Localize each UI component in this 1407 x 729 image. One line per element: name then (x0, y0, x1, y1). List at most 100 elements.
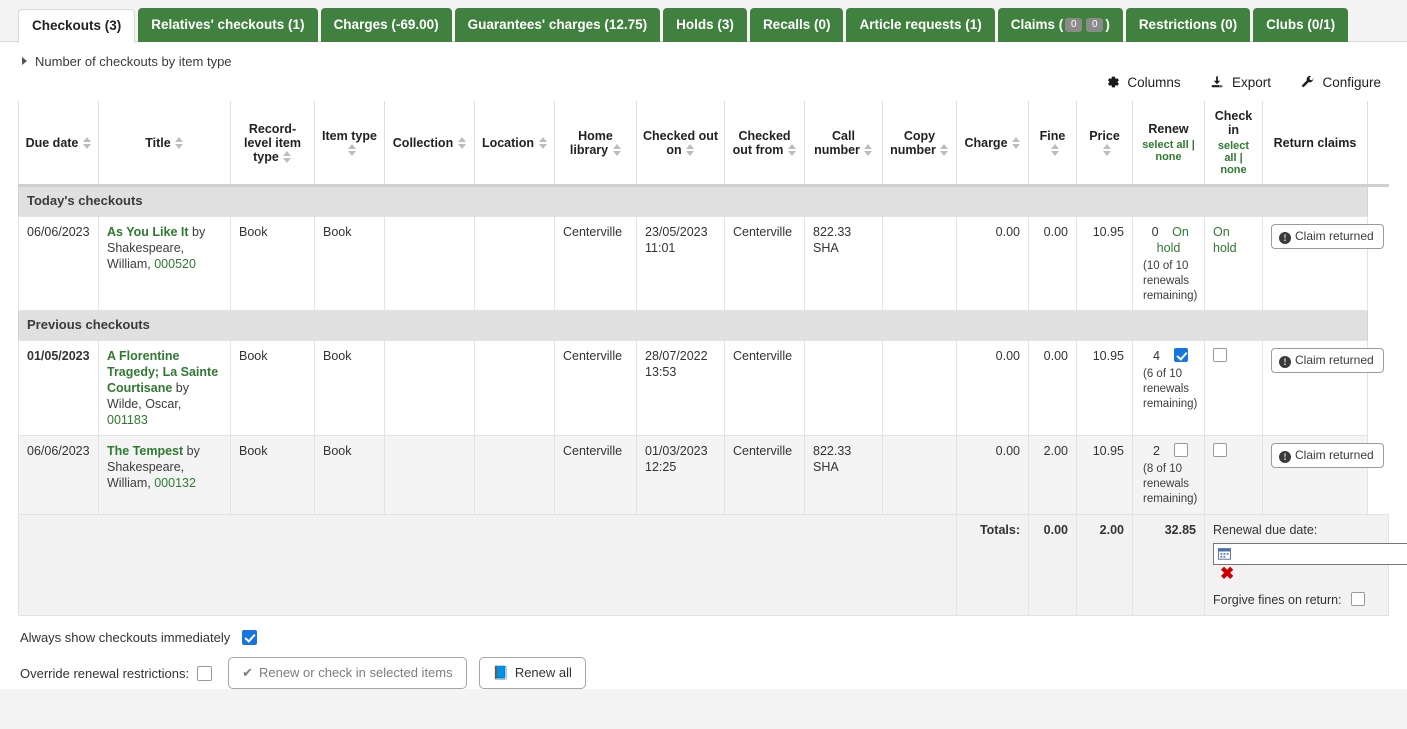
sort-toggle-icon[interactable] (538, 137, 547, 149)
tab-checkouts[interactable]: Checkouts (3) (18, 9, 135, 43)
cell-checked-out-on: 28/07/2022 13:53 (637, 341, 725, 436)
barcode-link[interactable]: 000520 (154, 257, 196, 271)
export-button[interactable]: Export (1210, 75, 1271, 90)
claims-badge-0: 0 (1065, 18, 1082, 32)
claim-returned-button[interactable]: !Claim returned (1271, 224, 1384, 249)
col-header-title[interactable]: Title (99, 101, 231, 186)
cell-charge: 0.00 (957, 341, 1029, 436)
clear-date-button[interactable]: ✖ (1220, 565, 1234, 582)
sort-toggle-icon[interactable] (686, 144, 695, 156)
cell-record-level-item-type: Book (231, 341, 315, 436)
col-header-item-type[interactable]: Item type (315, 101, 385, 186)
tab-holds[interactable]: Holds (3) (663, 8, 747, 42)
override-renewal-checkbox[interactable] (197, 666, 212, 681)
configure-button[interactable]: Configure (1301, 75, 1381, 90)
title-link[interactable]: The Tempest (107, 444, 183, 458)
renew-all-button[interactable]: 📘Renew all (479, 657, 586, 689)
renewals-remaining-note: (6 of 10 renewals remaining) (1141, 367, 1196, 412)
col-header-due-date[interactable]: Due date (19, 101, 99, 186)
claim-returned-button[interactable]: !Claim returned (1271, 348, 1384, 373)
cell-location (475, 216, 555, 311)
col-header-label: Renew (1148, 122, 1188, 136)
checkouts-by-itemtype-toggle[interactable]: Number of checkouts by item type (18, 42, 1389, 75)
col-header-label: Fine (1040, 129, 1066, 143)
group-header-row: Today's checkouts (19, 186, 1389, 217)
sort-toggle-icon[interactable] (787, 144, 796, 156)
forgive-fines-checkbox[interactable] (1351, 592, 1365, 606)
tab-claims[interactable]: Claims (00) (998, 8, 1123, 42)
tab-label-end: ) (1105, 17, 1110, 32)
renewal-due-date-input[interactable] (1213, 543, 1407, 565)
checkin-checkbox[interactable] (1213, 348, 1227, 362)
download-icon (1210, 75, 1224, 89)
tab-recalls[interactable]: Recalls (0) (750, 8, 844, 42)
col-header-checked-out-on[interactable]: Checked out on (637, 101, 725, 186)
sort-toggle-icon[interactable] (82, 137, 91, 149)
cell-check-in (1205, 436, 1263, 515)
renew-or-checkin-selected-button[interactable]: ✔Renew or check in selected items (228, 657, 467, 689)
renewals-remaining-note: (10 of 10 renewals remaining) (1141, 259, 1196, 304)
by-word: by (187, 444, 200, 458)
author-name: Wilde, Oscar, (107, 397, 181, 411)
claim-returned-button[interactable]: !Claim returned (1271, 443, 1384, 468)
cell-collection (385, 216, 475, 311)
columns-button[interactable]: Columns (1106, 75, 1181, 90)
sort-toggle-icon[interactable] (347, 144, 356, 156)
title-link[interactable]: A Florentine Tragedy; La Sainte Courtisa… (107, 349, 218, 395)
totals-label: Totals: (957, 514, 1029, 615)
col-header-record-level-item-type[interactable]: Record-level item type (231, 101, 315, 186)
claim-returned-label: Claim returned (1295, 229, 1374, 243)
col-header-home-library[interactable]: Home library (555, 101, 637, 186)
col-header-location[interactable]: Location (475, 101, 555, 186)
renew-checkbox[interactable] (1174, 348, 1188, 362)
cell-due-date: 06/06/2023 (19, 436, 99, 515)
cell-renew: 4(6 of 10 renewals remaining) (1133, 341, 1205, 436)
sort-toggle-icon[interactable] (940, 144, 949, 156)
cell-record-level-item-type: Book (231, 436, 315, 515)
tab-relatives-checkouts[interactable]: Relatives' checkouts (1) (138, 8, 317, 42)
col-header-label: Price (1089, 129, 1120, 143)
renew-checkbox[interactable] (1174, 443, 1188, 457)
col-header-copy-number[interactable]: Copy number (883, 101, 957, 186)
tab-guarantees-charges[interactable]: Guarantees' charges (12.75) (455, 8, 661, 42)
barcode-link[interactable]: 001183 (107, 413, 148, 427)
sort-toggle-icon[interactable] (457, 137, 466, 149)
sort-toggle-icon[interactable] (1050, 144, 1059, 156)
tab-charges[interactable]: Charges (-69.00) (321, 8, 452, 42)
checkouts-table: Due dateTitleRecord-level item typeItem … (18, 101, 1389, 616)
check-icon: ✔ (242, 665, 253, 680)
checkin-checkbox[interactable] (1213, 443, 1227, 457)
select-all-none-link[interactable]: select all | none (1139, 139, 1198, 163)
checkouts-page: Checkouts (3)Relatives' checkouts (1)Cha… (0, 0, 1407, 729)
title-link[interactable]: As You Like It (107, 225, 189, 239)
col-header-checked-out-from[interactable]: Checked out from (725, 101, 805, 186)
sort-toggle-icon[interactable] (864, 144, 873, 156)
col-header-call-number[interactable]: Call number (805, 101, 883, 186)
cell-check-in: On hold (1205, 216, 1263, 311)
group-header-label: Today's checkouts (19, 186, 1368, 217)
tab-article-requests[interactable]: Article requests (1) (846, 8, 994, 42)
chevron-right-icon (22, 57, 27, 65)
sort-toggle-icon[interactable] (283, 151, 292, 163)
col-header-charge[interactable]: Charge (957, 101, 1029, 186)
col-header-collection[interactable]: Collection (385, 101, 475, 186)
col-header-price[interactable]: Price (1077, 101, 1133, 186)
cell-renew: 0On hold(10 of 10 renewals remaining) (1133, 216, 1205, 311)
tab-clubs[interactable]: Clubs (0/1) (1253, 8, 1348, 42)
always-show-checkbox[interactable] (242, 630, 257, 645)
table-toolbar: Columns Export Configure (18, 75, 1389, 101)
sort-toggle-icon[interactable] (612, 144, 621, 156)
tab-restrictions[interactable]: Restrictions (0) (1126, 8, 1250, 42)
forgive-fines-label: Forgive fines on return: (1213, 593, 1342, 607)
cell-price: 10.95 (1077, 216, 1133, 311)
sort-toggle-icon[interactable] (175, 137, 184, 149)
sort-toggle-icon[interactable] (1012, 137, 1021, 149)
claim-returned-label: Claim returned (1295, 448, 1374, 462)
cell-record-level-item-type: Book (231, 216, 315, 311)
group-header-label: Previous checkouts (19, 311, 1368, 341)
col-header-fine[interactable]: Fine (1029, 101, 1077, 186)
select-all-none-link[interactable]: select all | none (1211, 140, 1256, 176)
col-header-label: Checked out on (643, 129, 718, 157)
sort-toggle-icon[interactable] (1102, 144, 1111, 156)
barcode-link[interactable]: 000132 (154, 476, 196, 490)
